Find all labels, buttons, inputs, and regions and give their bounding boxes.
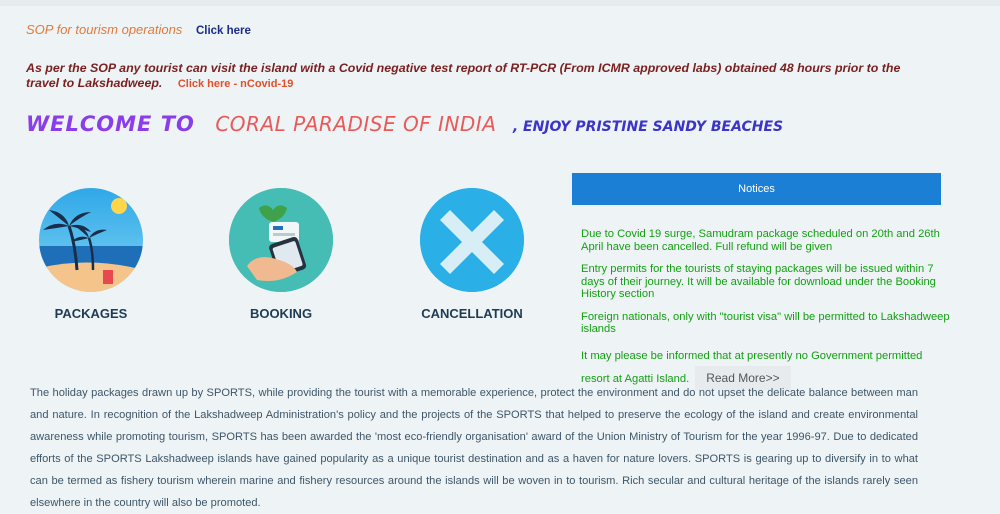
- x-cancel-icon: [420, 188, 524, 292]
- notices-header: Notices: [572, 173, 941, 205]
- welcome-banner: WELCOME TO CORAL PARADISE OF INDIA , ENJ…: [26, 112, 783, 146]
- booking-button[interactable]: BOOKING: [216, 188, 346, 321]
- sop-line: SOP for tourism operations Click here: [26, 22, 251, 37]
- booking-label: BOOKING: [249, 306, 313, 321]
- notice-item: Entry permits for the tourists of stayin…: [581, 263, 936, 300]
- about-description: The holiday packages drawn up by SPORTS,…: [30, 387, 918, 509]
- cancellation-button[interactable]: CANCELLATION: [407, 188, 537, 321]
- sop-click-here-link[interactable]: Click here: [196, 25, 251, 37]
- hand-phone-booking-icon: [229, 188, 333, 292]
- cancellation-label: CANCELLATION: [421, 306, 523, 321]
- packages-button[interactable]: PACKAGES: [26, 188, 156, 321]
- beach-palm-icon: [39, 188, 143, 292]
- pristine-beaches-text: , ENJOY PRISTINE SANDY BEACHES: [512, 119, 784, 135]
- ncovid-link[interactable]: Click here - nCovid-19: [178, 78, 294, 90]
- coral-paradise-text: CORAL PARADISE OF INDIA: [215, 112, 497, 136]
- notice-item: Foreign nationals, only with "tourist vi…: [581, 310, 950, 336]
- welcome-text: WELCOME TO: [26, 112, 195, 136]
- covid-notice: As per the SOP any tourist can visit the…: [26, 61, 926, 92]
- notice-item: Due to Covid 19 surge, Samudram package …: [581, 228, 940, 253]
- notices-list: Due to Covid 19 surge, Samudram package …: [581, 228, 951, 390]
- packages-label: PACKAGES: [54, 306, 128, 321]
- sop-text: SOP for tourism operations: [26, 22, 183, 37]
- top-border: [0, 0, 1000, 6]
- covid-notice-text: As per the SOP any tourist can visit the…: [26, 61, 901, 90]
